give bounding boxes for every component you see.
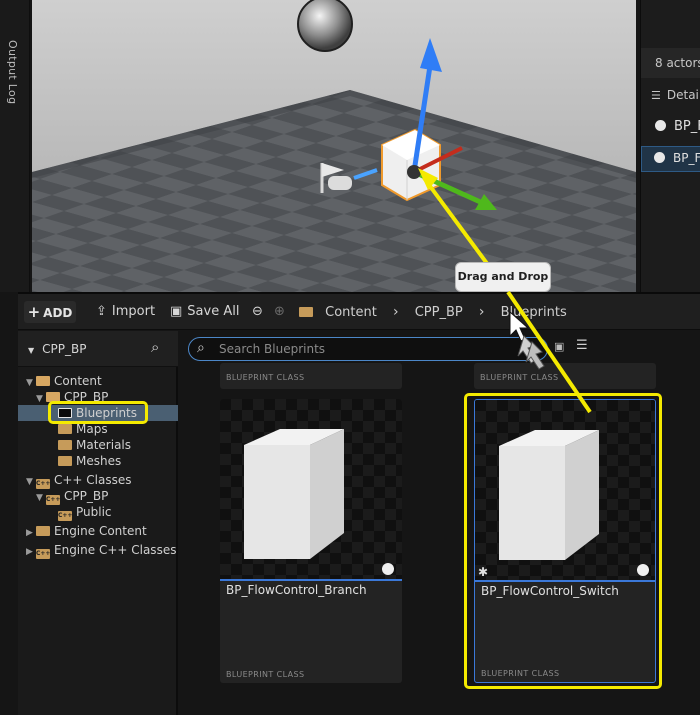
unreal-editor-window: Output Log 8 actors ☰ Detai BP_ BP_ Drag… [0,0,700,715]
drag-arrow-overlay [506,290,592,414]
